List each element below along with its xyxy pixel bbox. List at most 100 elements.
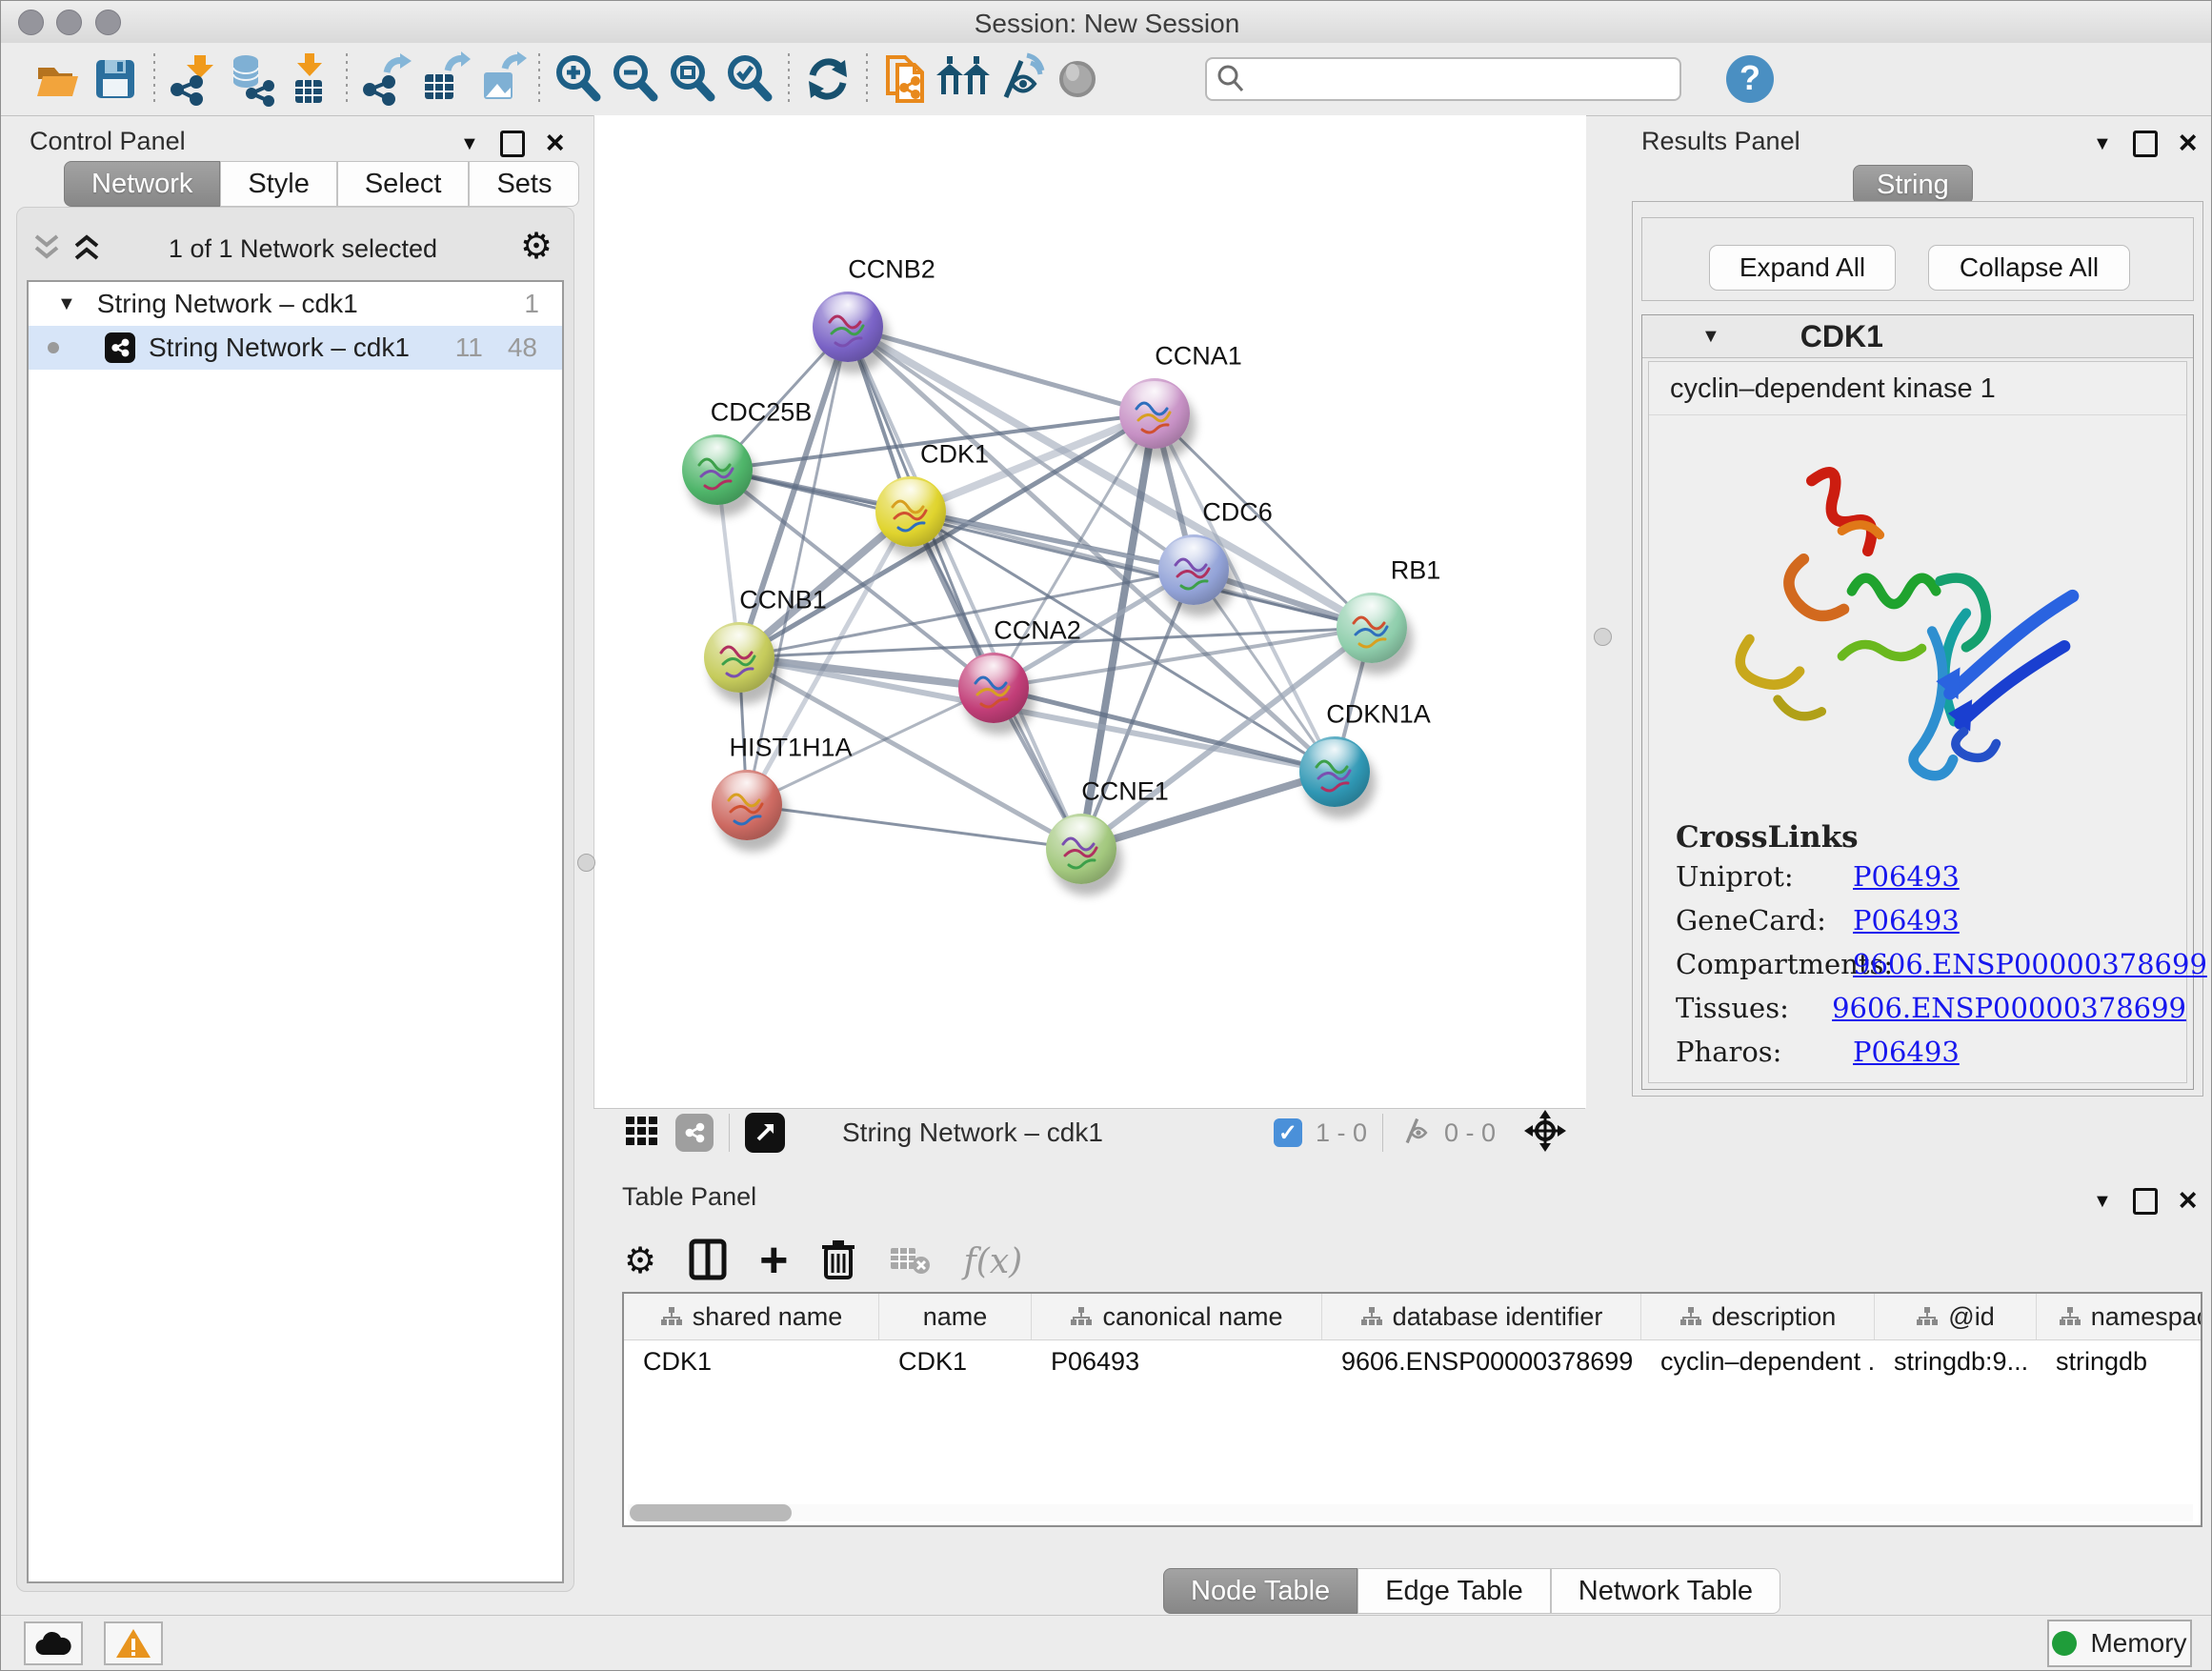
panel-close-icon[interactable]: × (546, 131, 565, 156)
network-edge[interactable] (747, 805, 1081, 849)
collapse-all-button[interactable]: Collapse All (1928, 245, 2130, 291)
left-splitter-handle[interactable] (577, 854, 595, 872)
memory-button[interactable]: Memory (2047, 1620, 2192, 1667)
table-cell[interactable]: P06493 (1032, 1347, 1322, 1377)
warning-button[interactable] (104, 1621, 163, 1665)
delete-column-icon[interactable] (820, 1238, 856, 1285)
expand-all-icon[interactable] (72, 232, 101, 270)
tab-style[interactable]: Style (220, 161, 336, 207)
open-session-icon[interactable] (30, 50, 87, 108)
zoom-selected-icon[interactable] (721, 50, 778, 108)
export-network-icon[interactable] (357, 50, 414, 108)
network-node-ccne1[interactable] (1046, 814, 1116, 884)
import-table-file-icon[interactable] (279, 50, 336, 108)
collapse-all-icon[interactable] (32, 232, 61, 270)
tree-expand-icon[interactable]: ▼ (57, 293, 76, 315)
horizontal-splitter[interactable] (593, 1156, 1585, 1175)
add-column-icon[interactable]: + (759, 1241, 788, 1281)
network-node-hist1h1a[interactable] (712, 770, 782, 840)
crosslink-value-link[interactable]: P06493 (1853, 860, 1960, 893)
zoom-out-icon[interactable] (607, 50, 664, 108)
grid-view-icon[interactable] (624, 1113, 660, 1154)
column-header-shared-name[interactable]: shared name (624, 1294, 879, 1339)
table-cell[interactable]: stringdb (2037, 1347, 2202, 1377)
zoom-fit-icon[interactable] (664, 50, 721, 108)
column-header-namespace[interactable]: namespace (2037, 1294, 2202, 1339)
export-image-icon[interactable] (472, 50, 529, 108)
fit-selection-icon[interactable] (1524, 1110, 1566, 1157)
crosslink-value-link[interactable]: P06493 (1853, 904, 1960, 936)
network-node-cdc25b[interactable] (682, 434, 753, 505)
tab-edge-table[interactable]: Edge Table (1357, 1568, 1551, 1614)
table-row[interactable]: CDK1CDK1P064939606.ENSP00000378699cyclin… (624, 1340, 2201, 1382)
scrollbar-thumb[interactable] (630, 1504, 792, 1521)
panel-menu-icon[interactable]: ▼ (460, 134, 479, 153)
save-session-icon[interactable] (87, 50, 144, 108)
network-node-ccna1[interactable] (1119, 378, 1190, 449)
table-cell[interactable]: CDK1 (624, 1347, 879, 1377)
panel-float-icon[interactable] (2133, 1188, 2158, 1215)
crosslink-value-link[interactable]: P06493 (1853, 1036, 1960, 1068)
network-node-ccnb1[interactable] (704, 622, 774, 693)
table-cell[interactable]: 9606.ENSP00000378699 (1322, 1347, 1641, 1377)
tab-network-table[interactable]: Network Table (1551, 1568, 1780, 1614)
network-node-rb1[interactable] (1337, 593, 1407, 663)
tab-sets[interactable]: Sets (469, 161, 579, 207)
clone-network-icon[interactable] (877, 50, 935, 108)
crosslink-value-link[interactable]: 9606.ENSP00000378699 (1853, 948, 2207, 980)
panel-menu-icon[interactable]: ▼ (2093, 1192, 2112, 1211)
panel-float-icon[interactable] (500, 131, 525, 157)
table-cell[interactable]: stringdb:9... (1875, 1347, 2037, 1377)
expand-all-button[interactable]: Expand All (1709, 245, 1896, 291)
network-canvas[interactable]: CCNB2 CCNA1 CDC25B CDK1 CDC6 RB1 (593, 115, 1586, 1108)
column-header-@id[interactable]: @id (1875, 1294, 2037, 1339)
selected-checkbox-icon[interactable]: ✓ (1274, 1118, 1302, 1147)
tab-node-table[interactable]: Node Table (1163, 1568, 1357, 1614)
table-settings-gear-icon[interactable]: ⚙ (624, 1243, 656, 1279)
panel-menu-icon[interactable]: ▼ (2093, 134, 2112, 153)
gear-icon[interactable]: ⚙ (520, 229, 553, 265)
right-splitter-handle[interactable] (1594, 628, 1612, 646)
table-cell[interactable]: CDK1 (879, 1347, 1032, 1377)
column-header-description[interactable]: description (1641, 1294, 1875, 1339)
network-collection-row[interactable]: ▼ String Network – cdk1 1 (29, 282, 562, 326)
search-input[interactable] (1255, 64, 1668, 95)
import-network-database-icon[interactable] (222, 50, 279, 108)
import-network-file-icon[interactable] (165, 50, 222, 108)
refresh-icon[interactable] (799, 50, 856, 108)
show-columns-icon[interactable] (689, 1238, 727, 1285)
section-collapse-icon[interactable]: ▼ (1701, 326, 1720, 348)
selected-count: 1 - 0 (1316, 1118, 1367, 1148)
network-row[interactable]: String Network – cdk1 11 48 (29, 326, 562, 370)
panel-float-icon[interactable] (2133, 131, 2158, 157)
hide-glass-icon[interactable] (992, 50, 1049, 108)
zoom-in-icon[interactable] (550, 50, 607, 108)
network-list-icon[interactable] (675, 1114, 714, 1152)
network-node-cdk1[interactable] (875, 476, 946, 547)
show-glass-disabled-icon[interactable] (1049, 50, 1106, 108)
network-node-cdc6[interactable] (1158, 534, 1229, 605)
crosslink-value-link[interactable]: 9606.ENSP00000378699 (1832, 992, 2186, 1024)
column-header-database-identifier[interactable]: database identifier (1322, 1294, 1641, 1339)
network-node-ccna2[interactable] (958, 653, 1029, 723)
panel-close-icon[interactable]: × (2179, 131, 2198, 156)
cdk1-section-header[interactable]: ▼ CDK1 (1642, 315, 2193, 358)
column-header-canonical-name[interactable]: canonical name (1032, 1294, 1322, 1339)
string-home-icon[interactable] (935, 50, 992, 108)
help-icon[interactable]: ? (1721, 50, 1779, 108)
horizontal-scrollbar[interactable] (628, 1504, 2193, 1521)
panel-close-icon[interactable]: × (2179, 1188, 2198, 1214)
network-node-ccnb2[interactable] (813, 292, 883, 362)
network-node-cdkn1a[interactable] (1299, 736, 1370, 807)
network-edge[interactable] (848, 327, 1081, 849)
export-table-icon[interactable] (414, 50, 472, 108)
cloud-button[interactable] (24, 1621, 83, 1665)
column-header-name[interactable]: name (879, 1294, 1032, 1339)
table-cell[interactable]: cyclin–dependent ... (1641, 1347, 1875, 1377)
protein-ribbon-thumb (704, 622, 774, 693)
tab-select[interactable]: Select (337, 161, 470, 207)
tab-string[interactable]: String (1853, 165, 1973, 205)
birds-eye-view-icon[interactable] (745, 1113, 785, 1153)
toolbar-search[interactable] (1205, 57, 1681, 101)
tab-network[interactable]: Network (64, 161, 220, 207)
